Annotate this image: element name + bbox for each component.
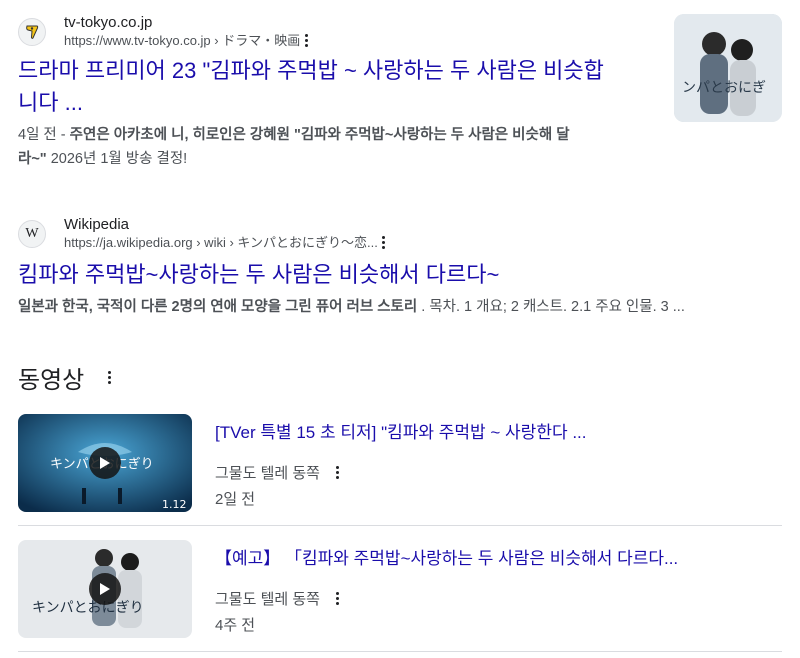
- result-title-line2: 니다 ...: [18, 90, 83, 115]
- video-age: 4주 전: [215, 617, 256, 634]
- video-channel-row: 그물도 텔레 동쪽: [215, 588, 339, 609]
- svg-text:ンパとおにぎ: ンパとおにぎ: [682, 80, 766, 96]
- result-title-link[interactable]: 드라마 프리미어 23 "김파와 주먹밥 ~ 사랑하는 두 사람은 비슷합 니다…: [18, 55, 658, 119]
- site-name: tv-tokyo.co.jp: [64, 14, 153, 31]
- more-vert-icon[interactable]: [304, 34, 308, 48]
- snippet-separator: -: [56, 127, 70, 143]
- site-url: https://ja.wikipedia.org › wiki › キンパとおに…: [64, 234, 378, 250]
- result-title-line1: 드라마 프리미어 23 "김파와 주먹밥 ~ 사랑하는 두 사람은 비슷합: [18, 58, 604, 83]
- video-channel: 그물도 텔레 동쪽: [215, 591, 320, 608]
- site-name: Wikipedia: [64, 216, 130, 233]
- snippet-bold: 주연은 아카초에 니, 히로인은 강혜원 "김파와 주먹밥~사랑하는 두 사람은…: [69, 127, 570, 143]
- site-url: https://www.tv-tokyo.co.jp › ドラマ・映画: [64, 32, 301, 48]
- video-thumbnail[interactable]: キンパとおにぎり: [18, 540, 192, 638]
- snippet-bold-2: 라~": [18, 151, 47, 167]
- video-age: 2일 전: [215, 491, 256, 508]
- tv-tokyo-favicon-icon: [18, 17, 46, 46]
- play-icon[interactable]: [89, 447, 121, 479]
- thumbnail-corner-text: 1.12: [162, 498, 187, 511]
- result-title-link[interactable]: 킴파와 주먹밥~사랑하는 두 사람은 비슷해서 다르다~: [18, 259, 788, 291]
- more-vert-icon[interactable]: [108, 371, 112, 384]
- video-item[interactable]: キンパとおにぎり 【예고】 「킴파와 주먹밥~사랑하는 두 사람은 비슷해서 다…: [18, 540, 782, 640]
- result-thumbnail[interactable]: ンパとおにぎ: [674, 14, 782, 122]
- video-title[interactable]: 【예고】 「킴파와 주먹밥~사랑하는 두 사람은 비슷해서 다르다...: [215, 544, 678, 569]
- video-channel: 그물도 텔레 동쪽: [215, 465, 320, 482]
- result-source[interactable]: W Wikipedia https://ja.wikipedia.org › w…: [18, 216, 788, 251]
- search-result-wikipedia: W Wikipedia https://ja.wikipedia.org › w…: [18, 216, 788, 319]
- divider: [18, 651, 782, 652]
- videos-section-header: 동영상: [18, 360, 112, 395]
- video-thumbnail[interactable]: キンパとおにぎり 1.12: [18, 414, 192, 512]
- more-vert-icon[interactable]: [335, 466, 339, 479]
- section-title: 동영상: [18, 367, 85, 394]
- snippet-rest: 2026년 1월 방송 결정!: [46, 151, 188, 167]
- divider: [18, 525, 782, 526]
- video-title[interactable]: [TVer 특별 15 초 티저] "킴파와 주먹밥 ~ 사랑한다 ...: [215, 418, 587, 443]
- snippet-rest: . 목차. 1 개요; 2 캐스트. 2.1 주요 인물. 3 ...: [417, 299, 685, 315]
- result-snippet: 일본과 한국, 국적이 다른 2명의 연애 모양을 그린 퓨어 러브 스토리 .…: [18, 295, 788, 319]
- result-source[interactable]: tv-tokyo.co.jp https://www.tv-tokyo.co.j…: [18, 14, 658, 49]
- more-vert-icon[interactable]: [382, 236, 386, 250]
- video-channel-row: 그물도 텔레 동쪽: [215, 462, 339, 483]
- wikipedia-favicon-icon: W: [18, 219, 46, 248]
- play-icon[interactable]: [89, 573, 121, 605]
- thumbnail-text: キンパとおにぎり: [32, 600, 144, 616]
- snippet-date: 4일 전: [18, 127, 57, 143]
- more-vert-icon[interactable]: [335, 592, 339, 605]
- snippet-bold: 일본과 한국, 국적이 다른 2명의 연애 모양을 그린 퓨어 러브 스토리: [18, 299, 418, 315]
- video-item[interactable]: キンパとおにぎり 1.12 [TVer 특별 15 초 티저] "킴파와 주먹밥…: [18, 414, 782, 514]
- result-snippet: 4일 전 - 주연은 아카초에 니, 히로인은 강혜원 "김파와 주먹밥~사랑하…: [18, 123, 658, 171]
- search-result-tvtokyo: tv-tokyo.co.jp https://www.tv-tokyo.co.j…: [18, 14, 658, 171]
